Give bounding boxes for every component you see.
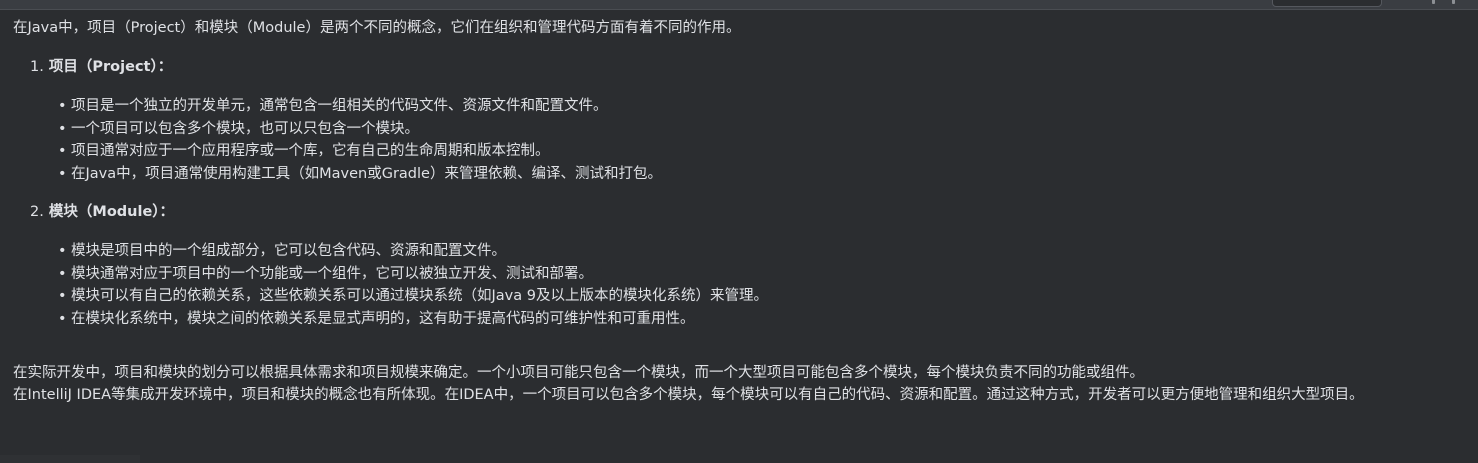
bullet-icon: • <box>58 243 67 259</box>
list-item-text: 在Java中，项目通常使用构建工具（如Maven或Gradle）来管理依赖、编译… <box>71 165 662 182</box>
module-bullet-list: • 模块是项目中的一个组成部分，它可以包含代码、资源和配置文件。 • 模块通常对应于… <box>58 240 768 330</box>
list-item: • 模块可以有自己的依赖关系，这些依赖关系可以通过模块系统（如Java 9及以上版… <box>58 285 768 308</box>
list-item: • 项目是一个独立的开发单元，通常包含一组相关的代码文件、资源文件和配置文件。 <box>58 95 662 118</box>
list-item: • 一个项目可以包含多个模块，也可以只包含一个模块。 <box>58 118 662 141</box>
bullet-icon: • <box>58 310 67 327</box>
chat-response: 在Java中，项目（Project）和模块（Module）是两个不同的概念，它们… <box>13 17 1471 40</box>
list-item-text: 模块是项目中的一个组成部分，它可以包含代码、资源和配置文件。 <box>71 243 506 259</box>
list-item-text: 在模块化系统中，模块之间的依赖关系是显式声明的，这有助于提高代码的可维护性和可重… <box>71 310 695 327</box>
toolbar-menu-icon[interactable] <box>1432 0 1435 4</box>
section-number: 1. <box>30 59 44 75</box>
section-heading-project: 1. 项目（Project）： <box>30 56 172 79</box>
bullet-icon: • <box>58 265 67 282</box>
bullet-icon: • <box>58 165 67 182</box>
bottom-toolbar-strip <box>0 455 140 463</box>
section-title: 项目（Project）： <box>48 59 173 75</box>
bullet-icon: • <box>58 143 67 159</box>
list-item: • 项目通常对应于一个应用程序或一个库，它有自己的生命周期和版本控制。 <box>58 140 662 163</box>
section-number: 2. <box>30 204 44 220</box>
list-item: • 在Java中，项目通常使用构建工具（如Maven或Gradle）来管理依赖、编… <box>58 163 662 186</box>
section-heading-module: 2. 模块（Module）： <box>30 201 174 224</box>
summary-paragraphs: 在实际开发中，项目和模块的划分可以根据具体需求和项目规模来确定。一个小项目可能只… <box>13 362 1471 406</box>
list-item-text: 模块通常对应于项目中的一个功能或一个组件，它可以被独立开发、测试和部署。 <box>71 265 593 282</box>
summary-paragraph: 在IntelliJ IDEA等集成开发环境中，项目和模块的概念也有所体现。在ID… <box>13 387 1364 403</box>
list-item: • 模块通常对应于项目中的一个功能或一个组件，它可以被独立开发、测试和部署。 <box>58 263 768 286</box>
toolbar-menu-icon[interactable] <box>1452 0 1455 4</box>
list-item: • 模块是项目中的一个组成部分，它可以包含代码、资源和配置文件。 <box>58 240 768 263</box>
section-title: 模块（Module）： <box>48 204 175 220</box>
list-item-text: 项目通常对应于一个应用程序或一个库，它有自己的生命周期和版本控制。 <box>71 143 550 159</box>
top-toolbar-strip <box>0 0 1478 10</box>
list-item: • 在模块化系统中，模块之间的依赖关系是显式声明的，这有助于提高代码的可维护性和可… <box>58 308 768 331</box>
bullet-icon: • <box>58 288 67 304</box>
bullet-icon: • <box>58 120 67 137</box>
summary-paragraph: 在实际开发中，项目和模块的划分可以根据具体需求和项目规模来确定。一个小项目可能只… <box>13 365 1144 381</box>
intro-paragraph: 在Java中，项目（Project）和模块（Module）是两个不同的概念，它们… <box>13 20 741 36</box>
list-item-text: 模块可以有自己的依赖关系，这些依赖关系可以通过模块系统（如Java 9及以上版本… <box>71 288 768 304</box>
list-item-text: 一个项目可以包含多个模块，也可以只包含一个模块。 <box>71 120 419 137</box>
bullet-icon: • <box>58 98 67 114</box>
toolbar-input-field[interactable] <box>1272 0 1382 7</box>
list-item-text: 项目是一个独立的开发单元，通常包含一组相关的代码文件、资源文件和配置文件。 <box>71 98 608 114</box>
project-bullet-list: • 项目是一个独立的开发单元，通常包含一组相关的代码文件、资源文件和配置文件。 •… <box>58 95 662 185</box>
